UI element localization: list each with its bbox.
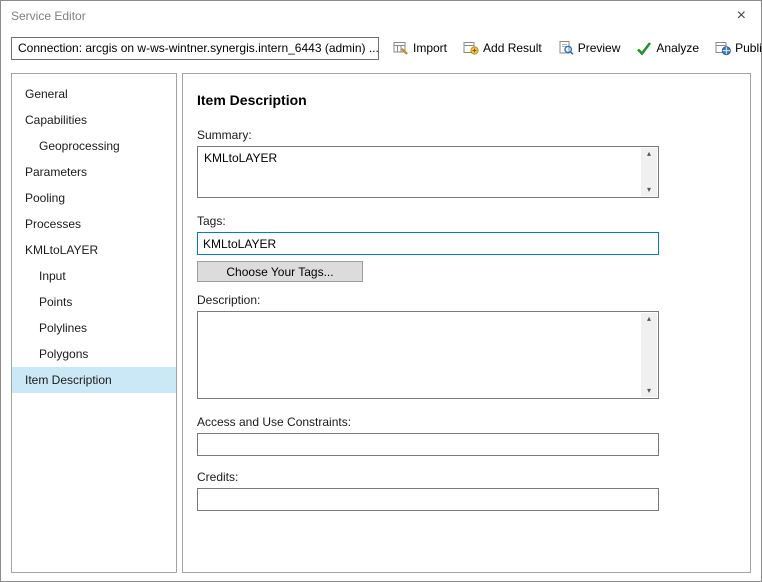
- description-label: Description:: [197, 293, 736, 307]
- page-title: Item Description: [197, 92, 736, 108]
- summary-label: Summary:: [197, 128, 736, 142]
- sidebar-item-geoprocessing[interactable]: Geoprocessing: [12, 133, 176, 159]
- import-icon: [393, 40, 409, 56]
- window-title: Service Editor: [11, 9, 86, 23]
- preview-icon: [558, 40, 574, 56]
- service-editor-dialog: Service Editor × Connection: arcgis on w…: [0, 0, 762, 582]
- sidebar-item-kmltolayer[interactable]: KMLtoLAYER: [12, 237, 176, 263]
- sidebar-item-points[interactable]: Points: [12, 289, 176, 315]
- publish-icon: [715, 40, 731, 56]
- toolbar-button-label: Analyze: [656, 41, 699, 55]
- sidebar-item-parameters[interactable]: Parameters: [12, 159, 176, 185]
- description-textarea[interactable]: ▴ ▾: [197, 311, 659, 399]
- summary-value: KMLtoLAYER: [198, 147, 658, 169]
- scroll-down-icon[interactable]: ▾: [647, 186, 651, 194]
- content-area: General Capabilities Geoprocessing Param…: [1, 71, 761, 581]
- add-result-button[interactable]: Add Result: [461, 38, 544, 58]
- scroll-up-icon[interactable]: ▴: [647, 315, 651, 323]
- connection-dropdown[interactable]: Connection: arcgis on w-ws-wintner.syner…: [11, 37, 379, 60]
- analyze-button[interactable]: Analyze: [634, 38, 701, 58]
- tags-input[interactable]: [197, 232, 659, 255]
- sidebar-item-processes[interactable]: Processes: [12, 211, 176, 237]
- toolbar-button-label: Preview: [578, 41, 621, 55]
- credits-label: Credits:: [197, 470, 736, 484]
- analyze-icon: [636, 40, 652, 56]
- preview-button[interactable]: Preview: [556, 38, 623, 58]
- close-icon[interactable]: ×: [732, 8, 751, 24]
- scroll-up-icon[interactable]: ▴: [647, 150, 651, 158]
- summary-scrollbar[interactable]: ▴ ▾: [641, 148, 657, 196]
- sidebar-item-polylines[interactable]: Polylines: [12, 315, 176, 341]
- sidebar-item-general[interactable]: General: [12, 81, 176, 107]
- sidebar-item-item-description[interactable]: Item Description: [12, 367, 176, 393]
- sidebar-item-input[interactable]: Input: [12, 263, 176, 289]
- toolbar: Connection: arcgis on w-ws-wintner.syner…: [1, 31, 761, 71]
- toolbar-button-label: Publish: [735, 41, 762, 55]
- item-description-panel: Item Description Summary: KMLtoLAYER ▴ ▾…: [182, 73, 751, 573]
- constraints-input[interactable]: [197, 433, 659, 456]
- summary-textarea[interactable]: KMLtoLAYER ▴ ▾: [197, 146, 659, 198]
- connection-text: Connection: arcgis on w-ws-wintner.syner…: [18, 41, 379, 55]
- import-button[interactable]: Import: [391, 38, 449, 58]
- sidebar-item-pooling[interactable]: Pooling: [12, 185, 176, 211]
- sidebar-item-capabilities[interactable]: Capabilities: [12, 107, 176, 133]
- credits-input[interactable]: [197, 488, 659, 511]
- description-scrollbar[interactable]: ▴ ▾: [641, 313, 657, 397]
- description-value: [198, 312, 658, 320]
- choose-your-tags-button[interactable]: Choose Your Tags...: [197, 261, 363, 282]
- add-result-icon: [463, 40, 479, 56]
- toolbar-button-label: Import: [413, 41, 447, 55]
- publish-button[interactable]: Publish: [713, 38, 762, 58]
- tags-label: Tags:: [197, 214, 736, 228]
- constraints-label: Access and Use Constraints:: [197, 415, 736, 429]
- title-bar: Service Editor ×: [1, 1, 761, 31]
- sidebar-item-polygons[interactable]: Polygons: [12, 341, 176, 367]
- toolbar-button-label: Add Result: [483, 41, 542, 55]
- sidebar: General Capabilities Geoprocessing Param…: [11, 73, 177, 573]
- scroll-down-icon[interactable]: ▾: [647, 387, 651, 395]
